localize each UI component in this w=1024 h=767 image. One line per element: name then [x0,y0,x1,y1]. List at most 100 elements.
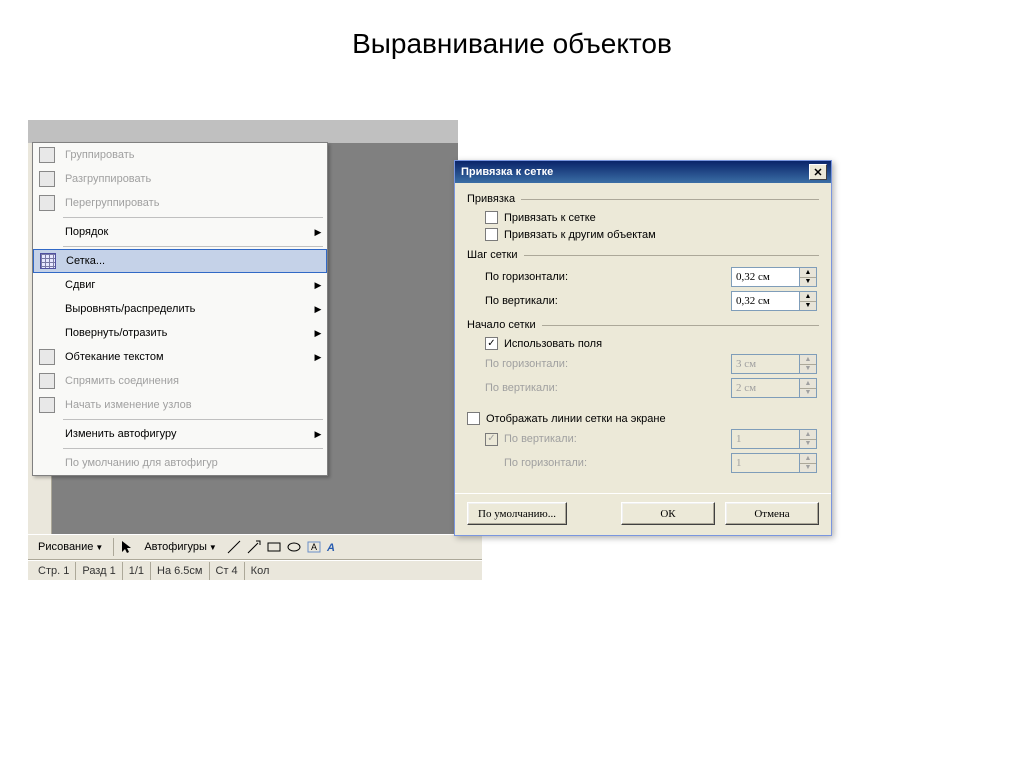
step-horizontal-spinner[interactable]: ▲▼ [731,267,819,287]
cancel-button[interactable]: Отмена [725,502,819,525]
step-horizontal-input[interactable] [731,267,799,287]
submenu-arrow-icon: ▶ [313,304,323,315]
display-vertical-checkbox: ✓ [485,433,498,446]
spin-down-icon[interactable]: ▼ [800,278,816,287]
menu-order[interactable]: Порядок ▶ [33,220,327,244]
dialog-body: Привязка Привязать к сетке Привязать к д… [455,183,831,493]
drawing-toolbar: Рисование▼ Автофигуры▼ A A [28,534,482,560]
default-button[interactable]: По умолчанию... [467,502,567,525]
origin-horizontal-spinner: ▲▼ [731,354,819,374]
dialog-titlebar[interactable]: Привязка к сетке ✕ [455,161,831,183]
menu-autoshape-default[interactable]: По умолчанию для автофигур [33,451,327,475]
origin-vertical-row: По вертикали: ▲▼ [485,378,819,398]
status-at: На 6.5см [151,562,209,580]
snap-to-grid-row: Привязать к сетке [485,211,819,224]
blank-icon [33,423,61,445]
menu-ungroup[interactable]: Разгруппировать [33,167,327,191]
menu-label: Начать изменение узлов [61,399,323,411]
label: Автофигуры [144,541,207,553]
snap-to-objects-row: Привязать к другим объектам [485,228,819,241]
drawing-menu-button[interactable]: Рисование▼ [32,537,109,557]
page-title: Выравнивание объектов [0,0,1024,60]
divider [524,255,819,256]
spin-up-icon[interactable]: ▲ [800,292,816,302]
autoshapes-button[interactable]: Автофигуры▼ [138,537,223,557]
menu-straighten[interactable]: Спрямить соединения [33,369,327,393]
menu-label: Порядок [61,226,313,238]
textbox-icon[interactable]: A [305,538,323,556]
divider [521,199,819,200]
menu-label: Повернуть/отразить [61,327,313,339]
submenu-arrow-icon: ▶ [313,328,323,339]
menu-label: По умолчанию для автофигур [61,457,323,469]
step-vertical-input[interactable] [731,291,799,311]
snap-to-grid-dialog: Привязка к сетке ✕ Привязка Привязать к … [454,160,832,536]
chevron-down-icon: ▼ [209,543,217,552]
select-objects-icon[interactable] [118,538,136,556]
menu-nudge[interactable]: Сдвиг ▶ [33,273,327,297]
arrow-icon[interactable] [245,538,263,556]
display-vertical-row: ✓ По вертикали: ▲▼ [485,429,819,449]
use-margins-checkbox[interactable]: ✓ [485,337,498,350]
origin-vertical-spinner: ▲▼ [731,378,819,398]
field-label: По горизонтали: [485,358,731,370]
word-window-fragment: Группировать Разгруппировать Перегруппир… [28,120,458,148]
spin-up-icon: ▲ [800,430,816,440]
menu-change-autoshape[interactable]: Изменить автофигуру ▶ [33,422,327,446]
menu-rotate[interactable]: Повернуть/отразить ▶ [33,321,327,345]
spin-down-icon: ▼ [800,440,816,449]
section-label: Шаг сетки [467,249,518,261]
spin-down-icon[interactable]: ▼ [800,302,816,311]
menu-separator [63,419,323,420]
spin-down-icon: ▼ [800,389,816,398]
close-icon: ✕ [813,166,822,179]
display-vertical-spinner: ▲▼ [731,429,819,449]
spin-up-icon[interactable]: ▲ [800,268,816,278]
step-vertical-spinner[interactable]: ▲▼ [731,291,819,311]
menu-align[interactable]: Выровнять/распределить ▶ [33,297,327,321]
step-horizontal-row: По горизонтали: ▲▼ [485,267,819,287]
menu-label: Разгруппировать [61,173,323,185]
field-label: По горизонтали: [504,457,731,469]
snap-section: Привязка Привязать к сетке Привязать к д… [467,193,819,241]
nodes-icon [33,394,61,416]
blank-icon [33,322,61,344]
field-label: По вертикали: [485,382,731,394]
menu-label: Сдвиг [61,279,313,291]
status-section: Разд 1 [76,562,122,580]
menu-separator [63,217,323,218]
blank-icon [33,452,61,474]
menu-separator [63,246,323,247]
menu-text-wrap[interactable]: Обтекание текстом ▶ [33,345,327,369]
checkbox-label: Привязать к сетке [504,212,819,224]
menu-label: Сетка... [62,255,322,267]
label: Рисование [38,541,93,553]
wordart-icon[interactable]: A [325,538,343,556]
ok-button[interactable]: ОК [621,502,715,525]
field-label: По горизонтали: [485,271,731,283]
field-label: По вертикали: [504,433,731,445]
submenu-arrow-icon: ▶ [313,429,323,440]
show-gridlines-checkbox[interactable] [467,412,480,425]
snap-to-grid-checkbox[interactable] [485,211,498,224]
checkbox-label: Отображать линии сетки на экране [486,413,789,425]
line-icon[interactable] [225,538,243,556]
menu-separator [63,448,323,449]
status-col: Ст 4 [210,562,245,580]
ungroup-icon [33,168,61,190]
menu-grid[interactable]: Сетка... [33,249,327,273]
step-vertical-row: По вертикали: ▲▼ [485,291,819,311]
rectangle-icon[interactable] [265,538,283,556]
field-label: По вертикали: [485,295,731,307]
menu-edit-nodes[interactable]: Начать изменение узлов [33,393,327,417]
divider [542,325,819,326]
grid-icon [34,250,62,272]
oval-icon[interactable] [285,538,303,556]
regroup-icon [33,192,61,214]
snap-to-objects-checkbox[interactable] [485,228,498,241]
close-button[interactable]: ✕ [809,164,827,180]
menu-regroup[interactable]: Перегруппировать [33,191,327,215]
spin-up-icon: ▲ [800,454,816,464]
section-label: Начало сетки [467,319,536,331]
menu-group[interactable]: Группировать [33,143,327,167]
